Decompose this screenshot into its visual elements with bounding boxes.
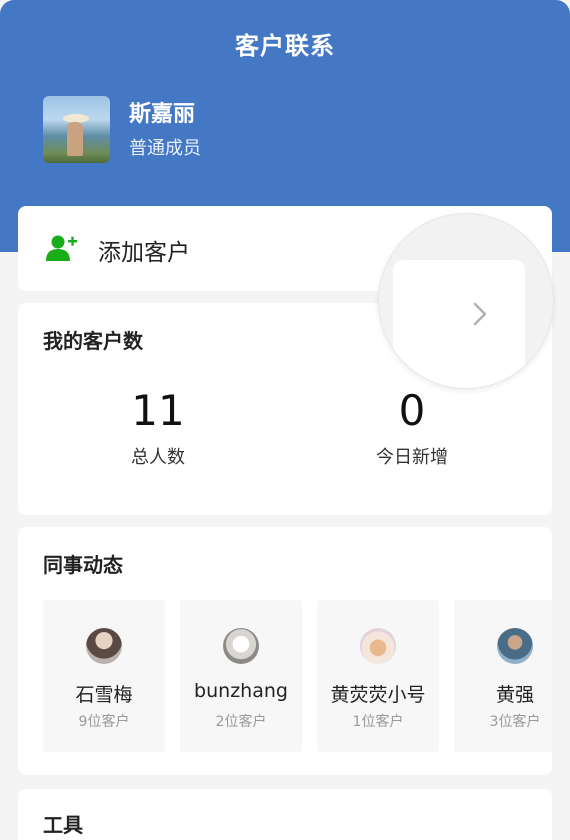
page-title: 客户联系 (235, 32, 335, 60)
colleague-item[interactable]: bunzhang 2位客户 (180, 600, 302, 752)
magnifier-callout (378, 213, 554, 389)
chevron-right-icon[interactable] (469, 300, 491, 328)
colleague-avatar (497, 628, 533, 664)
today-new-label: 今日新增 (376, 447, 448, 468)
today-new-stat: 0 今日新增 (302, 385, 522, 469)
colleague-customer-count: 9位客户 (78, 714, 130, 730)
colleague-avatar (86, 628, 122, 664)
colleague-name: 黄强 (495, 684, 534, 706)
total-customers-value: 11 (131, 386, 185, 435)
colleague-avatar (360, 628, 396, 664)
colleague-customer-count: 2位客户 (215, 714, 267, 730)
colleague-item[interactable]: 黄强 3位客户 (454, 600, 552, 752)
app-screen: 客户联系 斯嘉丽 普通成员 添加客户 我的客户数 11 总人数 0 今日新增 同… (0, 0, 570, 840)
user-name: 斯嘉丽 (129, 102, 196, 127)
avatar (43, 96, 110, 163)
total-customers-label: 总人数 (131, 447, 185, 468)
add-user-icon (46, 235, 77, 261)
colleague-name: bunzhang (194, 680, 288, 702)
colleague-name: 石雪梅 (75, 684, 133, 706)
colleague-item[interactable]: 黄荧荧小号 1位客户 (317, 600, 439, 752)
colleague-activity-card: 同事动态 石雪梅 9位客户 bunzhang 2位客户 黄荧荧小号 1位客户 黄… (18, 527, 552, 775)
colleague-activity-title: 同事动态 (43, 553, 123, 577)
colleague-item[interactable]: 石雪梅 9位客户 (43, 600, 165, 752)
colleague-name: 黄荧荧小号 (330, 684, 426, 706)
magnifier-card-area (393, 260, 525, 388)
tools-title: 工具 (43, 813, 83, 837)
colleague-list[interactable]: 石雪梅 9位客户 bunzhang 2位客户 黄荧荧小号 1位客户 黄强 3位客… (43, 600, 552, 752)
total-customers-stat: 11 总人数 (48, 385, 268, 469)
add-customer-label: 添加客户 (98, 240, 190, 266)
tools-card: 工具 (18, 789, 552, 840)
avatar-person (67, 122, 83, 156)
user-role: 普通成员 (129, 138, 201, 159)
today-new-value: 0 (398, 386, 426, 435)
colleague-customer-count: 1位客户 (352, 714, 404, 730)
customer-count-title: 我的客户数 (43, 329, 143, 353)
colleague-customer-count: 3位客户 (489, 714, 541, 730)
colleague-avatar (223, 628, 259, 664)
